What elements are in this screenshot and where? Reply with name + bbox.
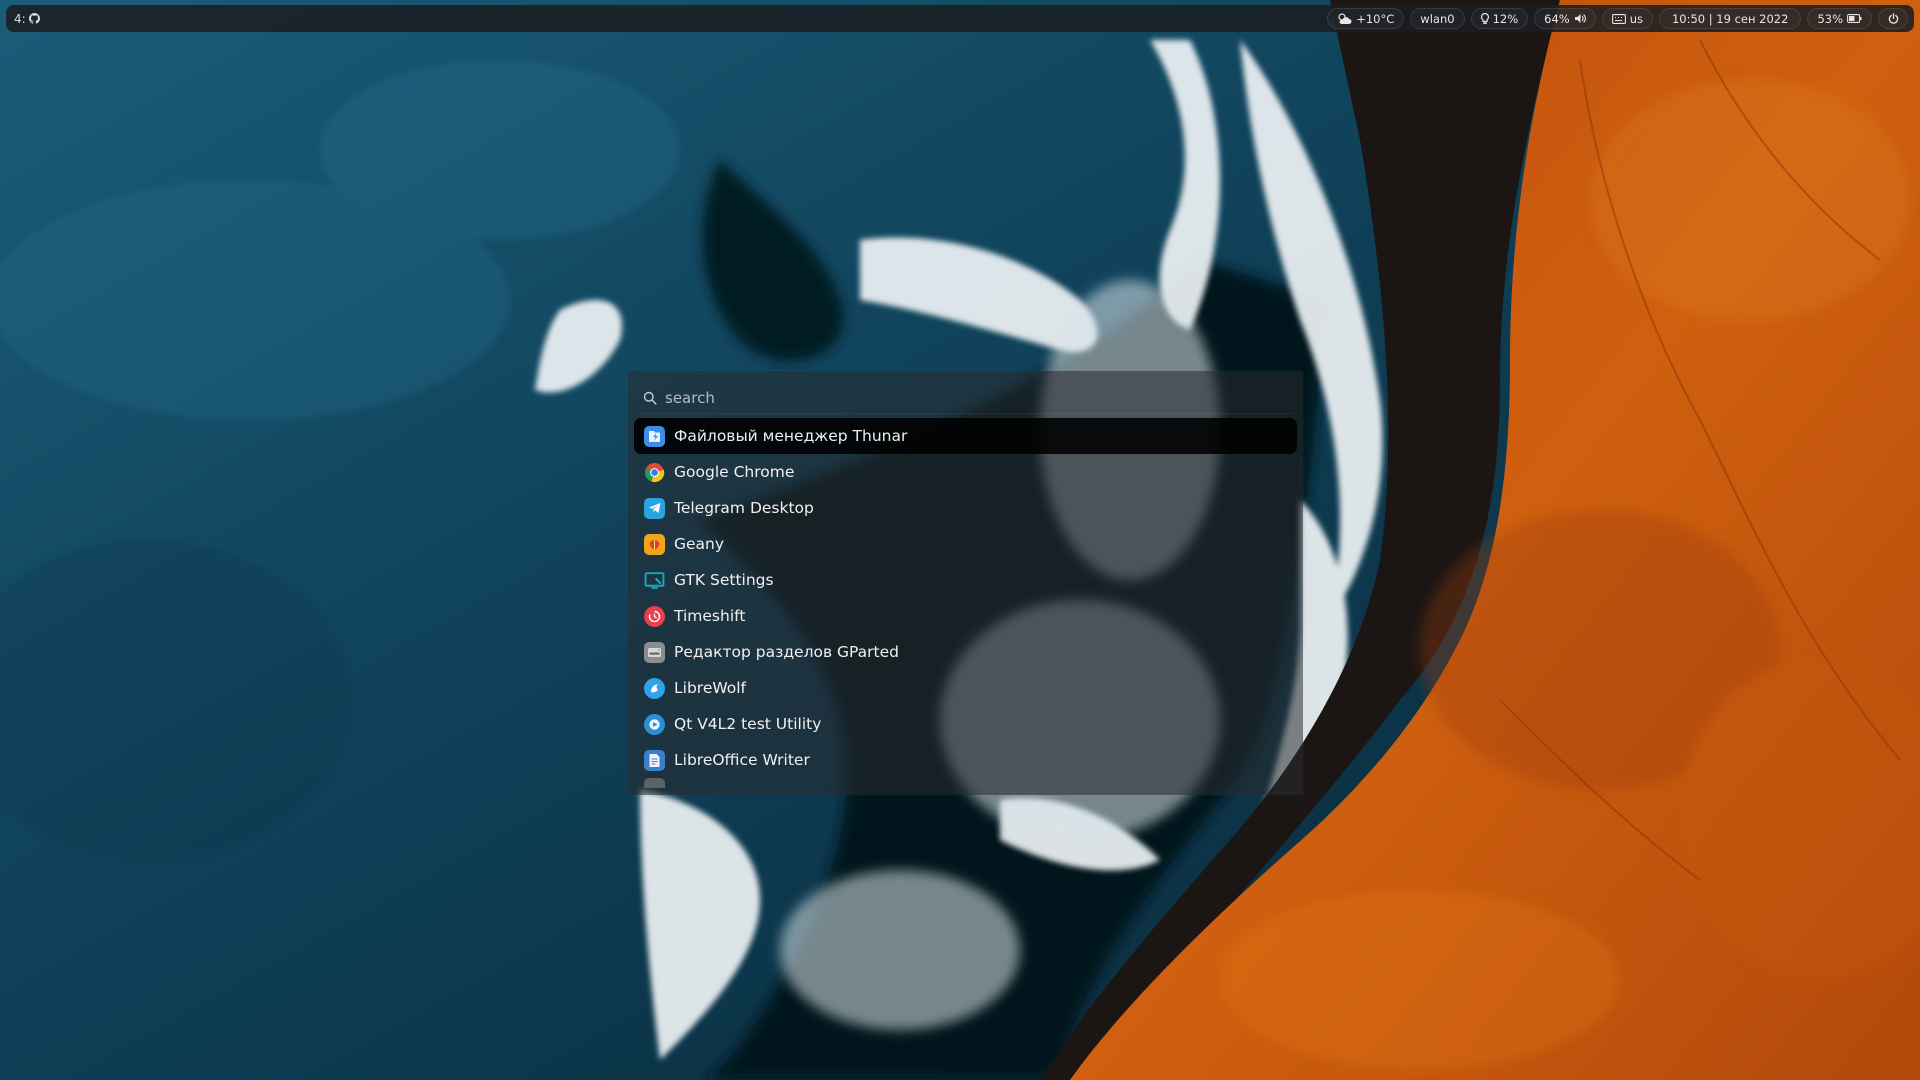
battery-value: 53% bbox=[1817, 11, 1843, 26]
qv4l2-icon bbox=[644, 713, 665, 735]
search-input[interactable] bbox=[665, 388, 1265, 407]
app-item-telegram[interactable]: Telegram Desktop bbox=[634, 490, 1297, 526]
brightness-module[interactable]: 12% bbox=[1470, 8, 1529, 29]
app-label: LibreOffice Writer bbox=[674, 751, 810, 769]
app-launcher: Файловый менеджер Thunar Google Chrome T… bbox=[628, 371, 1303, 795]
app-item-google-chrome[interactable]: Google Chrome bbox=[634, 454, 1297, 490]
app-item-gparted[interactable]: Редактор разделов GParted bbox=[634, 634, 1297, 670]
clock-module[interactable]: 10:50 | 19 сен 2022 bbox=[1658, 8, 1802, 29]
search-bar[interactable] bbox=[639, 382, 1292, 414]
network-module[interactable]: wlan0 bbox=[1410, 8, 1465, 29]
top-bar: 4: +10°C wlan0 12% 64% us 10:50 | 19 сен… bbox=[6, 5, 1914, 32]
app-item-partial bbox=[634, 778, 1297, 788]
weather-temp: +10°C bbox=[1356, 11, 1395, 26]
github-icon bbox=[28, 13, 40, 24]
lightbulb-icon bbox=[1480, 12, 1489, 24]
keyboard-layout-module[interactable]: us bbox=[1601, 8, 1653, 29]
app-label: Google Chrome bbox=[674, 463, 795, 481]
brightness-value: 12% bbox=[1492, 11, 1519, 26]
telegram-icon bbox=[644, 497, 665, 519]
weather-cloud-icon bbox=[1338, 12, 1352, 24]
app-item-timeshift[interactable]: Timeshift bbox=[634, 598, 1297, 634]
status-modules: +10°C wlan0 12% 64% us 10:50 | 19 сен 20… bbox=[1327, 8, 1908, 29]
chrome-icon bbox=[644, 462, 665, 483]
thunar-icon bbox=[644, 425, 665, 447]
app-item-geany[interactable]: Geany bbox=[634, 526, 1297, 562]
app-label: Timeshift bbox=[674, 607, 746, 625]
gparted-icon bbox=[644, 641, 665, 663]
app-label: Редактор разделов GParted bbox=[674, 643, 900, 661]
app-item-qv4l2[interactable]: Qt V4L2 test Utility bbox=[634, 706, 1297, 742]
geany-icon bbox=[644, 533, 665, 555]
app-label: LibreWolf bbox=[674, 679, 747, 697]
power-button[interactable] bbox=[1878, 8, 1908, 29]
power-icon bbox=[1888, 13, 1898, 24]
weather-module[interactable]: +10°C bbox=[1327, 8, 1405, 29]
app-label: Geany bbox=[674, 535, 725, 553]
workspace-indicator[interactable]: 4: bbox=[14, 12, 40, 26]
partial-app-icon bbox=[644, 778, 665, 788]
workspace-number: 4: bbox=[14, 11, 26, 26]
clock-text: 10:50 | 19 сен 2022 bbox=[1671, 11, 1789, 26]
app-results-list: Файловый менеджер Thunar Google Chrome T… bbox=[634, 418, 1297, 788]
volume-module[interactable]: 64% bbox=[1534, 8, 1596, 29]
network-name: wlan0 bbox=[1420, 11, 1455, 26]
librewolf-icon bbox=[644, 677, 665, 699]
speaker-icon bbox=[1574, 14, 1586, 23]
timeshift-icon bbox=[644, 605, 665, 627]
app-item-thunar[interactable]: Файловый менеджер Thunar bbox=[634, 418, 1297, 454]
app-item-gtk-settings[interactable]: GTK Settings bbox=[634, 562, 1297, 598]
battery-icon bbox=[1847, 14, 1862, 23]
writer-icon bbox=[644, 749, 665, 771]
volume-value: 64% bbox=[1544, 11, 1570, 26]
app-item-libreoffice-writer[interactable]: LibreOffice Writer bbox=[634, 742, 1297, 778]
keyboard-icon bbox=[1611, 13, 1626, 24]
app-label: Qt V4L2 test Utility bbox=[674, 715, 822, 733]
search-icon bbox=[643, 391, 657, 405]
app-label: Telegram Desktop bbox=[674, 499, 814, 517]
app-item-librewolf[interactable]: LibreWolf bbox=[634, 670, 1297, 706]
keyboard-layout-value: us bbox=[1629, 11, 1643, 26]
battery-module[interactable]: 53% bbox=[1807, 8, 1872, 29]
gtk-settings-icon bbox=[644, 570, 665, 591]
app-label: GTK Settings bbox=[674, 571, 774, 589]
app-label: Файловый менеджер Thunar bbox=[674, 427, 908, 445]
